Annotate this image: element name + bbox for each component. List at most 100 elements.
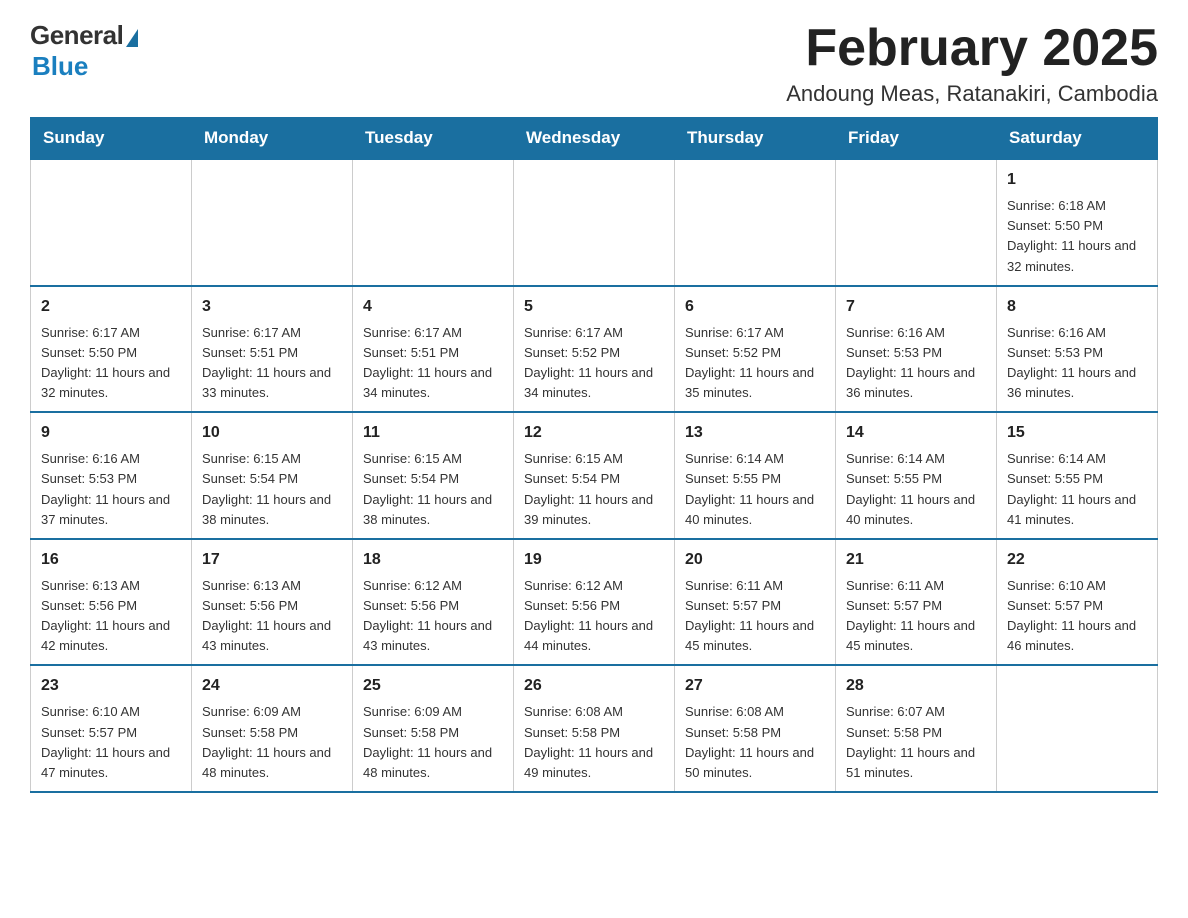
calendar-cell: 28 Sunrise: 6:07 AM Sunset: 5:58 PM Dayli…	[836, 665, 997, 792]
calendar-cell: 8 Sunrise: 6:16 AM Sunset: 5:53 PM Daylig…	[997, 286, 1158, 413]
day-info: Sunrise: 6:16 AM Sunset: 5:53 PM Dayligh…	[41, 449, 181, 530]
calendar-cell: 4Sunrise: 6:17 AM Sunset: 5:51 PM Daylig…	[353, 286, 514, 413]
day-info: Sunrise: 6:17 AM Sunset: 5:50 PM Dayligh…	[41, 323, 181, 404]
day-number: 13	[685, 421, 825, 445]
day-info: Sunrise: 6:11 AM Sunset: 5:57 PM Dayligh…	[846, 576, 986, 657]
day-info: Sunrise: 6:17 AM Sunset: 5:51 PM Dayligh…	[202, 323, 342, 404]
calendar-week-row: 1 Sunrise: 6:18 AM Sunset: 5:50 PM Daylig…	[31, 159, 1158, 286]
day-number: 10	[202, 421, 342, 445]
calendar-cell: 16 Sunrise: 6:13 AM Sunset: 5:56 PM Dayli…	[31, 539, 192, 666]
calendar-cell	[353, 159, 514, 286]
day-info: Sunrise: 6:14 AM Sunset: 5:55 PM Dayligh…	[846, 449, 986, 530]
day-number: 18	[363, 548, 503, 572]
day-number: 17	[202, 548, 342, 572]
day-info: Sunrise: 6:15 AM Sunset: 5:54 PM Dayligh…	[363, 449, 503, 530]
logo-blue-text: Blue	[32, 51, 88, 82]
day-number: 11	[363, 421, 503, 445]
header: General Blue February 2025 Andoung Meas,…	[30, 20, 1158, 107]
calendar-cell: 25 Sunrise: 6:09 AM Sunset: 5:58 PM Dayli…	[353, 665, 514, 792]
day-info: Sunrise: 6:16 AM Sunset: 5:53 PM Dayligh…	[1007, 323, 1147, 404]
day-info: Sunrise: 6:13 AM Sunset: 5:56 PM Dayligh…	[202, 576, 342, 657]
calendar-week-row: 16 Sunrise: 6:13 AM Sunset: 5:56 PM Dayli…	[31, 539, 1158, 666]
day-number: 14	[846, 421, 986, 445]
calendar-cell: 27Sunrise: 6:08 AM Sunset: 5:58 PM Dayli…	[675, 665, 836, 792]
day-info: Sunrise: 6:18 AM Sunset: 5:50 PM Dayligh…	[1007, 196, 1147, 277]
calendar-cell: 1 Sunrise: 6:18 AM Sunset: 5:50 PM Daylig…	[997, 159, 1158, 286]
day-number: 3	[202, 295, 342, 319]
day-number: 24	[202, 674, 342, 698]
weekday-header-monday: Monday	[192, 118, 353, 160]
day-info: Sunrise: 6:15 AM Sunset: 5:54 PM Dayligh…	[524, 449, 664, 530]
calendar-cell: 18 Sunrise: 6:12 AM Sunset: 5:56 PM Dayli…	[353, 539, 514, 666]
location-title: Andoung Meas, Ratanakiri, Cambodia	[786, 81, 1158, 107]
day-info: Sunrise: 6:09 AM Sunset: 5:58 PM Dayligh…	[363, 702, 503, 783]
day-number: 8	[1007, 295, 1147, 319]
logo-general-text: General	[30, 20, 123, 51]
day-info: Sunrise: 6:12 AM Sunset: 5:56 PM Dayligh…	[363, 576, 503, 657]
day-info: Sunrise: 6:07 AM Sunset: 5:58 PM Dayligh…	[846, 702, 986, 783]
day-info: Sunrise: 6:17 AM Sunset: 5:52 PM Dayligh…	[524, 323, 664, 404]
day-number: 5	[524, 295, 664, 319]
calendar-cell: 24 Sunrise: 6:09 AM Sunset: 5:58 PM Dayli…	[192, 665, 353, 792]
calendar-cell: 11 Sunrise: 6:15 AM Sunset: 5:54 PM Dayli…	[353, 412, 514, 539]
day-number: 7	[846, 295, 986, 319]
day-number: 19	[524, 548, 664, 572]
calendar-cell: 20 Sunrise: 6:11 AM Sunset: 5:57 PM Dayli…	[675, 539, 836, 666]
calendar-cell	[997, 665, 1158, 792]
day-number: 1	[1007, 168, 1147, 192]
calendar-cell: 13 Sunrise: 6:14 AM Sunset: 5:55 PM Dayli…	[675, 412, 836, 539]
weekday-header-thursday: Thursday	[675, 118, 836, 160]
day-number: 23	[41, 674, 181, 698]
calendar-cell: 12 Sunrise: 6:15 AM Sunset: 5:54 PM Dayli…	[514, 412, 675, 539]
day-number: 21	[846, 548, 986, 572]
day-info: Sunrise: 6:16 AM Sunset: 5:53 PM Dayligh…	[846, 323, 986, 404]
weekday-header-saturday: Saturday	[997, 118, 1158, 160]
calendar-cell: 19Sunrise: 6:12 AM Sunset: 5:56 PM Dayli…	[514, 539, 675, 666]
calendar-cell: 21 Sunrise: 6:11 AM Sunset: 5:57 PM Dayli…	[836, 539, 997, 666]
day-info: Sunrise: 6:11 AM Sunset: 5:57 PM Dayligh…	[685, 576, 825, 657]
day-number: 6	[685, 295, 825, 319]
calendar-cell: 5 Sunrise: 6:17 AM Sunset: 5:52 PM Daylig…	[514, 286, 675, 413]
logo: General Blue	[30, 20, 138, 82]
calendar-cell: 26 Sunrise: 6:08 AM Sunset: 5:58 PM Dayli…	[514, 665, 675, 792]
calendar-table: SundayMondayTuesdayWednesdayThursdayFrid…	[30, 117, 1158, 793]
day-info: Sunrise: 6:08 AM Sunset: 5:58 PM Dayligh…	[524, 702, 664, 783]
calendar-cell: 22 Sunrise: 6:10 AM Sunset: 5:57 PM Dayli…	[997, 539, 1158, 666]
calendar-cell	[192, 159, 353, 286]
day-info: Sunrise: 6:14 AM Sunset: 5:55 PM Dayligh…	[1007, 449, 1147, 530]
day-info: Sunrise: 6:10 AM Sunset: 5:57 PM Dayligh…	[41, 702, 181, 783]
day-number: 26	[524, 674, 664, 698]
calendar-cell: 17 Sunrise: 6:13 AM Sunset: 5:56 PM Dayli…	[192, 539, 353, 666]
calendar-cell: 6 Sunrise: 6:17 AM Sunset: 5:52 PM Daylig…	[675, 286, 836, 413]
day-number: 20	[685, 548, 825, 572]
day-info: Sunrise: 6:08 AM Sunset: 5:58 PM Dayligh…	[685, 702, 825, 783]
calendar-week-row: 9 Sunrise: 6:16 AM Sunset: 5:53 PM Daylig…	[31, 412, 1158, 539]
day-number: 22	[1007, 548, 1147, 572]
day-number: 9	[41, 421, 181, 445]
day-number: 16	[41, 548, 181, 572]
weekday-header-wednesday: Wednesday	[514, 118, 675, 160]
day-number: 28	[846, 674, 986, 698]
calendar-cell: 10Sunrise: 6:15 AM Sunset: 5:54 PM Dayli…	[192, 412, 353, 539]
calendar-cell: 23 Sunrise: 6:10 AM Sunset: 5:57 PM Dayli…	[31, 665, 192, 792]
weekday-header-row: SundayMondayTuesdayWednesdayThursdayFrid…	[31, 118, 1158, 160]
day-info: Sunrise: 6:10 AM Sunset: 5:57 PM Dayligh…	[1007, 576, 1147, 657]
calendar-cell: 15Sunrise: 6:14 AM Sunset: 5:55 PM Dayli…	[997, 412, 1158, 539]
day-info: Sunrise: 6:13 AM Sunset: 5:56 PM Dayligh…	[41, 576, 181, 657]
calendar-cell	[31, 159, 192, 286]
month-title: February 2025	[786, 20, 1158, 77]
calendar-week-row: 2 Sunrise: 6:17 AM Sunset: 5:50 PM Daylig…	[31, 286, 1158, 413]
calendar-cell: 7 Sunrise: 6:16 AM Sunset: 5:53 PM Daylig…	[836, 286, 997, 413]
day-info: Sunrise: 6:14 AM Sunset: 5:55 PM Dayligh…	[685, 449, 825, 530]
day-number: 12	[524, 421, 664, 445]
day-number: 25	[363, 674, 503, 698]
logo-triangle-icon	[126, 29, 138, 47]
day-info: Sunrise: 6:09 AM Sunset: 5:58 PM Dayligh…	[202, 702, 342, 783]
calendar-cell: 2 Sunrise: 6:17 AM Sunset: 5:50 PM Daylig…	[31, 286, 192, 413]
day-info: Sunrise: 6:17 AM Sunset: 5:52 PM Dayligh…	[685, 323, 825, 404]
day-info: Sunrise: 6:17 AM Sunset: 5:51 PM Dayligh…	[363, 323, 503, 404]
day-number: 2	[41, 295, 181, 319]
calendar-cell	[675, 159, 836, 286]
calendar-cell	[514, 159, 675, 286]
calendar-cell: 9 Sunrise: 6:16 AM Sunset: 5:53 PM Daylig…	[31, 412, 192, 539]
